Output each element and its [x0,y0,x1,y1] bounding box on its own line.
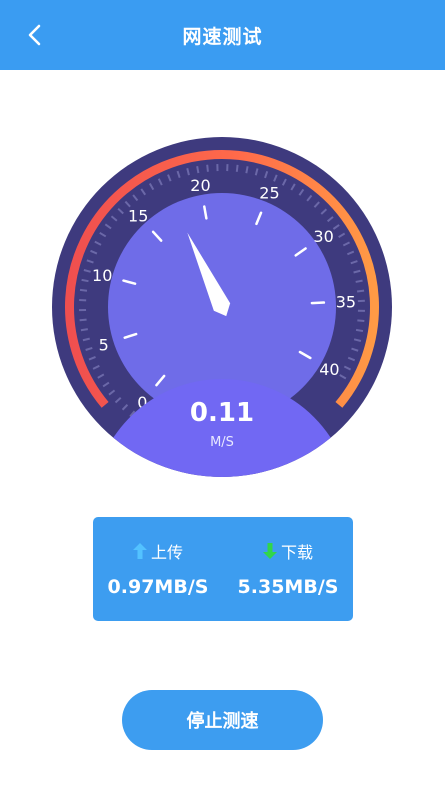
speed-gauge: 05101520 25303540 0.11 M/S [52,137,392,477]
gauge-scale-label: 30 [313,227,333,246]
gauge-minor-tick [355,279,363,283]
upload-arrow-icon [132,543,147,559]
upload-stat: 上传 0.97MB/S [93,517,223,621]
gauge-scale-label: 40 [319,360,339,379]
gauge-minor-tick [79,318,87,322]
download-value: 5.35MB/S [237,576,339,598]
gauge-minor-tick [245,166,249,174]
gauge-minor-tick [196,165,200,174]
gauge-scale-label: 35 [336,293,356,312]
upload-value: 0.97MB/S [107,576,209,598]
stop-test-button[interactable]: 停止测速 [122,690,323,750]
gauge-minor-tick [357,319,365,323]
gauge-minor-tick [79,288,88,292]
gauge-minor-tick [235,164,239,172]
upload-label: 上传 [150,543,183,562]
gauge-scale-label: 20 [190,176,210,195]
gauge-scale-label: 5 [99,335,109,354]
gauge-minor-tick [206,164,209,172]
download-stat: 下载 5.35MB/S [223,517,353,621]
download-label: 下载 [280,543,313,562]
download-arrow-icon [262,543,277,559]
gauge-scale-label: 10 [92,266,112,285]
gauge-minor-tick [356,289,365,293]
gauge-value: 0.11 [190,398,254,428]
gauge-scale-label: 15 [128,207,148,226]
app-header: 网速测试 [0,0,445,70]
gauge-minor-tick [81,278,89,283]
gauge-unit: M/S [210,435,234,450]
gauge-tick [310,301,326,305]
gauge-minor-tick [355,328,364,333]
page-title: 网速测试 [182,26,263,48]
speed-stats-panel: 上传 0.97MB/S 下载 5.35MB/S [93,517,353,621]
gauge-minor-tick [80,328,88,332]
gauge-scale-label: 25 [259,183,279,202]
